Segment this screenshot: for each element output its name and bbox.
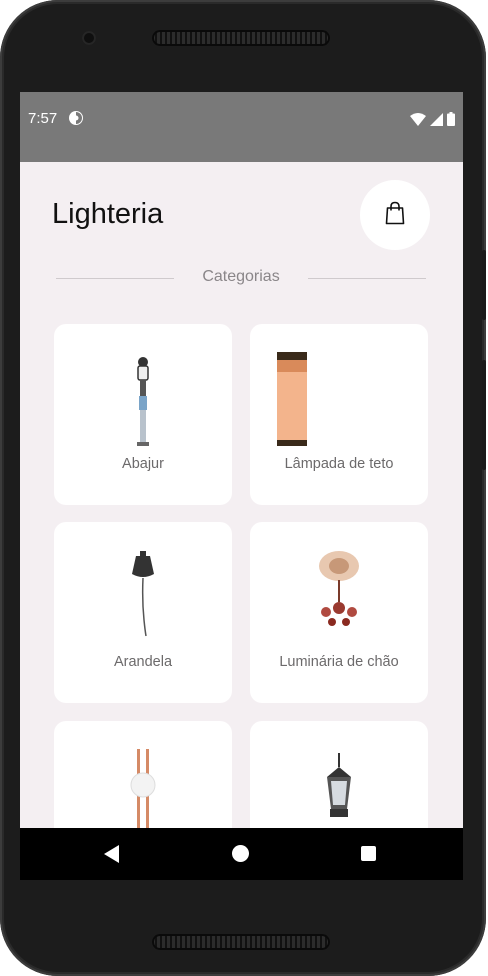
status-bar: 7:57 bbox=[20, 92, 463, 162]
category-label: Luminária de chão bbox=[279, 654, 399, 670]
status-time: 7:57 bbox=[28, 110, 58, 127]
category-label: Arandela bbox=[113, 654, 173, 670]
category-card-lampada-de-teto[interactable]: Lâmpada de teto bbox=[250, 324, 428, 505]
main-content: Lighteria Categorias Abajur Lâmpada de t… bbox=[20, 162, 463, 828]
cart-button[interactable] bbox=[360, 180, 430, 250]
divider-line-right bbox=[308, 278, 426, 279]
recent-apps-icon[interactable] bbox=[361, 846, 376, 861]
category-label: Lâmpada de teto bbox=[284, 456, 394, 472]
ceiling-lamp-image bbox=[250, 352, 428, 446]
top-speaker-grille bbox=[152, 30, 330, 46]
category-card-luminaria-de-chao[interactable]: Luminária de chão bbox=[250, 522, 428, 703]
chandelier-image bbox=[250, 550, 428, 644]
section-divider: Categorias bbox=[56, 268, 426, 288]
back-icon[interactable] bbox=[104, 845, 120, 867]
category-card-floor-lamp[interactable] bbox=[54, 721, 232, 828]
power-button bbox=[482, 360, 486, 470]
system-nav-bar bbox=[20, 828, 463, 880]
lantern-image bbox=[250, 749, 428, 828]
section-label: Categorias bbox=[202, 268, 280, 285]
volume-button bbox=[482, 250, 486, 320]
category-label: Abajur bbox=[122, 456, 164, 472]
table-lamp-image bbox=[54, 352, 232, 446]
page-title: Lighteria bbox=[52, 198, 164, 230]
cellular-signal-icon bbox=[430, 111, 443, 130]
shopping-bag-icon bbox=[385, 201, 405, 229]
status-icons bbox=[410, 111, 455, 130]
wall-sconce-image bbox=[54, 550, 232, 644]
phone-frame: 7:57 Lighteria Categorias Abajur Lâmpada… bbox=[0, 0, 486, 976]
notification-app-icon bbox=[68, 110, 84, 130]
bottom-speaker-grille bbox=[152, 934, 330, 950]
floor-lamp-image bbox=[54, 749, 232, 828]
wifi-icon bbox=[410, 111, 426, 130]
battery-icon bbox=[447, 111, 455, 130]
home-icon[interactable] bbox=[232, 845, 249, 862]
category-card-lantern[interactable] bbox=[250, 721, 428, 828]
category-card-arandela[interactable]: Arandela bbox=[54, 522, 232, 703]
front-camera bbox=[82, 31, 96, 45]
app-screen: 7:57 Lighteria Categorias Abajur Lâmpada… bbox=[20, 92, 463, 880]
category-card-abajur[interactable]: Abajur bbox=[54, 324, 232, 505]
